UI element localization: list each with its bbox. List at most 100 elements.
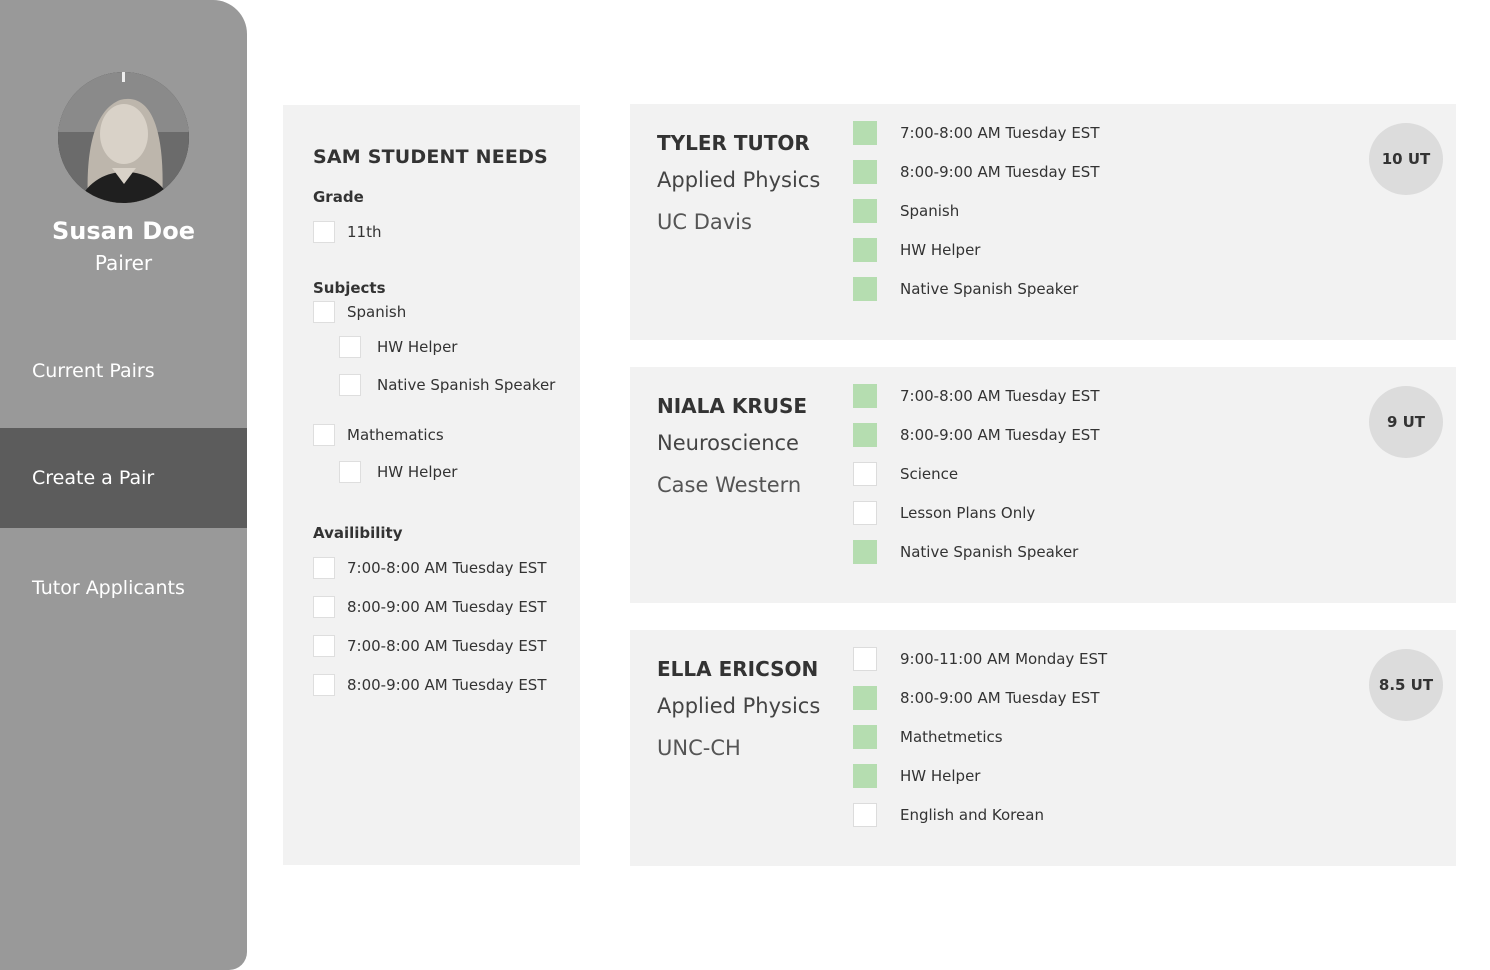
- option-label: 7:00-8:00 AM Tuesday EST: [347, 559, 547, 577]
- nav-tutor-applicants[interactable]: Tutor Applicants: [0, 538, 247, 638]
- subject-checkbox[interactable]: [339, 461, 361, 483]
- tutor-name: NIALA KRUSE: [657, 394, 808, 418]
- match-indicator: [853, 764, 877, 788]
- score-badge: 8.5 UT: [1369, 649, 1443, 721]
- subject-spanish[interactable]: Spanish: [313, 301, 406, 323]
- tutor-card[interactable]: NIALA KRUSE Neuroscience Case Western 7:…: [630, 367, 1456, 603]
- availability-label: Availibility: [313, 524, 403, 542]
- match-indicator: [853, 160, 877, 184]
- attribute-label: HW Helper: [900, 241, 981, 259]
- availability-checkbox[interactable]: [313, 596, 335, 618]
- attribute-label: Native Spanish Speaker: [900, 280, 1079, 298]
- match-indicator: [853, 238, 877, 262]
- match-indicator: [853, 384, 877, 408]
- option-label: HW Helper: [377, 338, 458, 356]
- subjects-label: Subjects: [313, 279, 386, 297]
- nav-create-a-pair[interactable]: Create a Pair: [0, 428, 247, 528]
- needs-title: SAM STUDENT NEEDS: [313, 146, 548, 168]
- attribute-label: Lesson Plans Only: [900, 504, 1036, 522]
- attribute-label: 8:00-9:00 AM Tuesday EST: [900, 426, 1100, 444]
- match-indicator: [853, 462, 877, 486]
- option-label: 8:00-9:00 AM Tuesday EST: [347, 598, 547, 616]
- match-indicator: [853, 423, 877, 447]
- option-label: Native Spanish Speaker: [377, 376, 556, 394]
- grade-label: Grade: [313, 188, 364, 206]
- availability-checkbox[interactable]: [313, 557, 335, 579]
- nav-current-pairs[interactable]: Current Pairs: [0, 321, 247, 421]
- sidebar: Susan Doe Pairer Current Pairs Create a …: [0, 0, 247, 970]
- tutor-name: ELLA ERICSON: [657, 657, 819, 681]
- subject-native-spanish-speaker[interactable]: Native Spanish Speaker: [339, 374, 555, 396]
- grade-option[interactable]: 11th: [313, 221, 381, 243]
- tutor-attribute: 7:00-8:00 AM Tuesday EST: [853, 384, 1099, 408]
- tutor-attribute-list: 7:00-8:00 AM Tuesday EST 8:00-9:00 AM Tu…: [853, 121, 1099, 316]
- tutor-attribute: Native Spanish Speaker: [853, 540, 1099, 564]
- subject-math-hw-helper[interactable]: HW Helper: [339, 461, 457, 483]
- score-badge: 9 UT: [1369, 386, 1443, 458]
- match-indicator: [853, 725, 877, 749]
- availability-option[interactable]: 8:00-9:00 AM Tuesday EST: [313, 596, 546, 618]
- tutor-name: TYLER TUTOR: [657, 131, 810, 155]
- attribute-label: 8:00-9:00 AM Tuesday EST: [900, 689, 1100, 707]
- match-indicator: [853, 647, 877, 671]
- tutor-card[interactable]: TYLER TUTOR Applied Physics UC Davis 7:0…: [630, 104, 1456, 340]
- subject-checkbox[interactable]: [339, 374, 361, 396]
- availability-checkbox[interactable]: [313, 635, 335, 657]
- attribute-label: English and Korean: [900, 806, 1044, 824]
- tutor-field: Applied Physics: [657, 694, 821, 718]
- tutor-attribute-list: 9:00-11:00 AM Monday EST 8:00-9:00 AM Tu…: [853, 647, 1107, 842]
- tutor-attribute: 9:00-11:00 AM Monday EST: [853, 647, 1107, 671]
- tutor-attribute: HW Helper: [853, 238, 1099, 262]
- tutor-attribute: 8:00-9:00 AM Tuesday EST: [853, 160, 1099, 184]
- tutor-attribute: Lesson Plans Only: [853, 501, 1099, 525]
- attribute-label: 7:00-8:00 AM Tuesday EST: [900, 124, 1100, 142]
- tutor-attribute: Mathetmetics: [853, 725, 1107, 749]
- attribute-label: Science: [900, 465, 959, 483]
- option-label: HW Helper: [377, 463, 458, 481]
- avatar[interactable]: [58, 72, 189, 203]
- tutor-attribute: Science: [853, 462, 1099, 486]
- subject-checkbox[interactable]: [313, 424, 335, 446]
- tutor-card[interactable]: ELLA ERICSON Applied Physics UNC-CH 9:00…: [630, 630, 1456, 866]
- student-needs-panel: SAM STUDENT NEEDS Grade 11th Subjects Sp…: [283, 105, 580, 865]
- attribute-label: Mathetmetics: [900, 728, 1003, 746]
- nav-label: Create a Pair: [32, 467, 155, 489]
- option-label: 11th: [347, 223, 382, 241]
- match-indicator: [853, 540, 877, 564]
- option-label: 8:00-9:00 AM Tuesday EST: [347, 676, 547, 694]
- tutor-attribute: 8:00-9:00 AM Tuesday EST: [853, 686, 1107, 710]
- availability-option[interactable]: 7:00-8:00 AM Tuesday EST: [313, 557, 546, 579]
- tutor-attribute: Spanish: [853, 199, 1099, 223]
- availability-option[interactable]: 7:00-8:00 AM Tuesday EST: [313, 635, 546, 657]
- user-name: Susan Doe: [52, 217, 195, 245]
- grade-checkbox[interactable]: [313, 221, 335, 243]
- tutor-school: UC Davis: [657, 210, 752, 234]
- subject-spanish-hw-helper[interactable]: HW Helper: [339, 336, 457, 358]
- subject-mathematics[interactable]: Mathematics: [313, 424, 444, 446]
- attribute-label: 9:00-11:00 AM Monday EST: [900, 650, 1108, 668]
- tutor-attribute: 7:00-8:00 AM Tuesday EST: [853, 121, 1099, 145]
- attribute-label: HW Helper: [900, 767, 981, 785]
- availability-checkbox[interactable]: [313, 674, 335, 696]
- tutor-attribute: HW Helper: [853, 764, 1107, 788]
- attribute-label: Spanish: [900, 202, 960, 220]
- subject-checkbox[interactable]: [313, 301, 335, 323]
- match-indicator: [853, 121, 877, 145]
- option-label: Spanish: [347, 303, 407, 321]
- match-indicator: [853, 686, 877, 710]
- attribute-label: Native Spanish Speaker: [900, 543, 1079, 561]
- tutor-attribute: 8:00-9:00 AM Tuesday EST: [853, 423, 1099, 447]
- nav-label: Current Pairs: [32, 360, 155, 382]
- match-indicator: [853, 803, 877, 827]
- attribute-label: 8:00-9:00 AM Tuesday EST: [900, 163, 1100, 181]
- tutor-school: UNC-CH: [657, 736, 741, 760]
- tutor-attribute: English and Korean: [853, 803, 1107, 827]
- subject-checkbox[interactable]: [339, 336, 361, 358]
- tutor-school: Case Western: [657, 473, 802, 497]
- user-role: Pairer: [94, 251, 153, 275]
- match-indicator: [853, 277, 877, 301]
- tutor-field: Neuroscience: [657, 431, 799, 455]
- match-indicator: [853, 501, 877, 525]
- availability-option[interactable]: 8:00-9:00 AM Tuesday EST: [313, 674, 546, 696]
- match-indicator: [853, 199, 877, 223]
